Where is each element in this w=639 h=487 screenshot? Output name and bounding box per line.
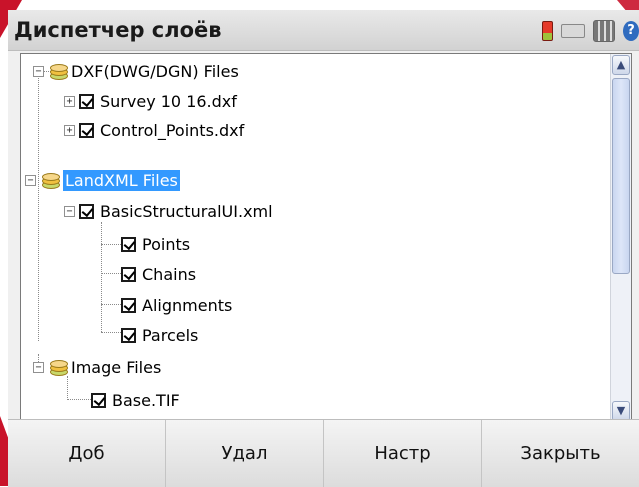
title-bar: Диспетчер слоёв ?	[8, 10, 639, 51]
tree-item-label: Control_Points.dxf	[100, 120, 245, 140]
layers-icon	[40, 172, 60, 189]
tree-item-parcels[interactable]: Parcels	[121, 322, 198, 348]
tree-item-basic-structural-xml[interactable]: − BasicStructuralUI.xml	[64, 198, 273, 224]
tree-item-control-points-dxf[interactable]: + Control_Points.dxf	[64, 117, 244, 143]
tree-connector	[101, 222, 102, 332]
collapse-icon[interactable]: −	[64, 205, 75, 217]
tree-group-label-selected: LandXML Files	[63, 169, 180, 191]
tree-item-label: Alignments	[142, 295, 233, 315]
layer-checkbox[interactable]	[79, 122, 94, 138]
tree-group-landxml[interactable]: − LandXML Files	[25, 167, 180, 193]
apps-icon[interactable]	[593, 20, 615, 42]
system-tray: ?	[542, 20, 639, 42]
tree-connector	[67, 399, 91, 400]
tree-connector	[101, 304, 121, 305]
layers-icon	[48, 63, 68, 80]
tree-item-label: Chains	[142, 264, 197, 284]
tree-item-label: Points	[142, 234, 191, 254]
scroll-down-arrow-icon[interactable]: ▼	[612, 401, 630, 421]
close-button[interactable]: Закрыть	[482, 420, 639, 487]
tree-group-image[interactable]: − Image Files	[33, 354, 161, 380]
add-button[interactable]: Доб	[8, 420, 166, 487]
collapse-icon[interactable]: −	[33, 65, 44, 77]
window-title: Диспетчер слоёв	[14, 18, 222, 42]
vertical-scrollbar[interactable]: ▲ ▼	[610, 54, 631, 422]
scroll-thumb[interactable]	[612, 78, 630, 274]
tree-group-dxf[interactable]: − DXF(DWG/DGN) Files	[33, 58, 239, 84]
tree-item-alignments[interactable]: Alignments	[121, 292, 232, 318]
tree-connector	[38, 71, 39, 341]
layer-checkbox[interactable]	[79, 203, 94, 219]
layer-checkbox[interactable]	[121, 297, 136, 313]
settings-button[interactable]: Настр	[324, 420, 482, 487]
layer-manager-window: Диспетчер слоёв ? − DXF(DWG/DGN) Files +…	[8, 10, 639, 487]
tree-item-label: Parcels	[142, 325, 199, 345]
layer-tree-panel: − DXF(DWG/DGN) Files + Survey 10 16.dxf …	[20, 53, 632, 423]
tree-item-label: Base.TIF	[112, 390, 180, 410]
tree-group-label: Image Files	[71, 357, 162, 377]
layer-tree: − DXF(DWG/DGN) Files + Survey 10 16.dxf …	[21, 54, 611, 422]
layer-checkbox[interactable]	[79, 93, 94, 109]
tree-item-points[interactable]: Points	[121, 231, 190, 257]
tree-item-label: Survey 10 16.dxf	[100, 91, 237, 111]
keyboard-icon[interactable]	[561, 24, 585, 38]
tree-connector	[101, 244, 121, 245]
expand-icon[interactable]: +	[64, 95, 75, 107]
layer-checkbox[interactable]	[91, 392, 106, 408]
tree-connector	[101, 332, 121, 333]
layers-icon	[48, 359, 68, 376]
delete-button[interactable]: Удал	[166, 420, 324, 487]
tree-item-chains[interactable]: Chains	[121, 261, 196, 287]
expand-icon[interactable]: +	[64, 124, 75, 136]
bottom-button-bar: Доб Удал Настр Закрыть	[8, 419, 639, 487]
battery-icon[interactable]	[542, 21, 553, 41]
layer-checkbox[interactable]	[121, 266, 136, 282]
tree-item-label: BasicStructuralUI.xml	[100, 201, 273, 221]
layer-checkbox[interactable]	[121, 327, 136, 343]
scroll-up-arrow-icon[interactable]: ▲	[612, 55, 630, 75]
tree-item-survey-dxf[interactable]: + Survey 10 16.dxf	[64, 88, 237, 114]
collapse-icon[interactable]: −	[33, 361, 44, 373]
tree-item-base-tif[interactable]: Base.TIF	[91, 387, 180, 413]
layer-checkbox[interactable]	[121, 236, 136, 252]
collapse-icon[interactable]: −	[25, 174, 36, 186]
help-icon[interactable]: ?	[623, 21, 639, 41]
tree-group-label: DXF(DWG/DGN) Files	[71, 61, 239, 81]
tree-connector	[101, 273, 121, 274]
